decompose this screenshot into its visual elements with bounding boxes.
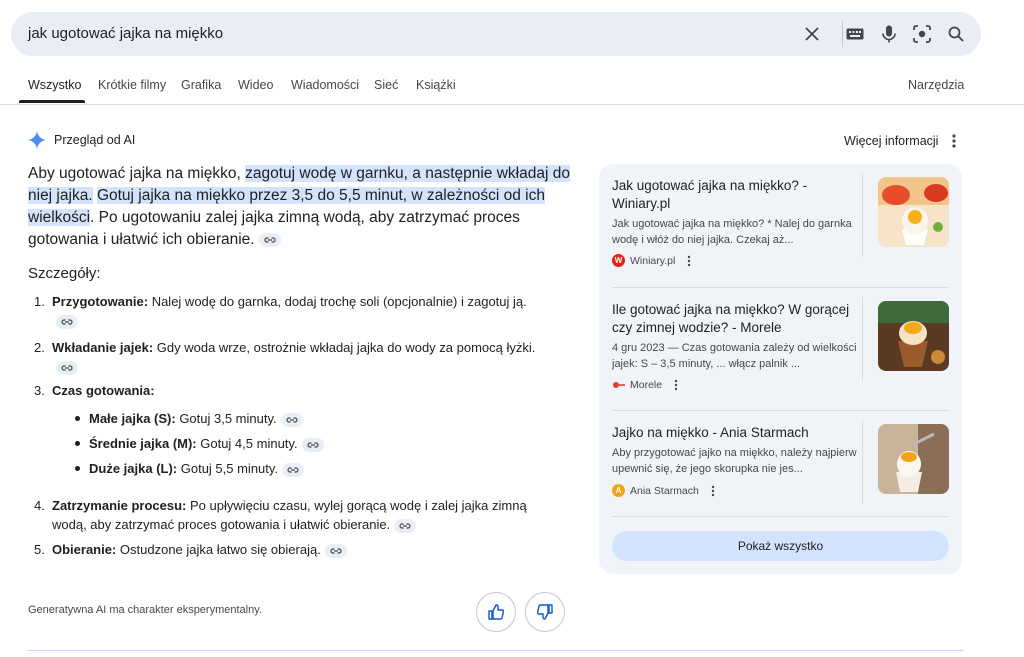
list-number: 2. [34, 340, 45, 355]
card-separator [612, 516, 949, 517]
lens-icon[interactable] [910, 22, 934, 46]
mic-icon[interactable] [877, 22, 901, 46]
ai-sparkle-icon [28, 131, 46, 149]
bullet [75, 441, 80, 446]
more-options-icon[interactable] [948, 132, 960, 150]
card-divider [862, 173, 863, 257]
sub-item-text: Małe jajka (S): Gotuj 3,5 minuty. [89, 409, 303, 428]
thumbs-up-icon [488, 604, 504, 620]
card-separator [612, 410, 949, 411]
list-number: 4. [34, 498, 45, 513]
winiary-favicon-icon: W [612, 254, 625, 267]
source-title[interactable]: Ile gotować jajka na miękko? W gorącej c… [612, 301, 862, 337]
list-number: 1. [34, 294, 45, 309]
list-item-text: Zatrzymanie procesu: Po upływięciu czasu… [52, 496, 552, 534]
card-divider [862, 297, 863, 381]
link-icon[interactable] [324, 543, 347, 558]
source-title[interactable]: Jak ugotować jajka na miękko? - Winiary.… [612, 177, 862, 213]
tab-grafika[interactable]: Grafika [181, 78, 221, 92]
thumbs-down-button[interactable] [525, 592, 565, 632]
tab-wideo[interactable]: Wideo [238, 78, 273, 92]
list-item-bold: Czas gotowania: [52, 383, 155, 398]
tab-wszystko[interactable]: Wszystko [28, 78, 81, 92]
sub-item-body: Gotuj 3,5 minuty. [175, 411, 277, 426]
source-thumbnail[interactable] [878, 301, 949, 371]
thumbs-down-icon [537, 604, 553, 620]
show-all-button[interactable]: Pokaż wszystko [612, 531, 949, 561]
source-site-name: Ania Starmach [630, 484, 699, 497]
sub-item-text: Średnie jajka (M): Gotuj 4,5 minuty. [89, 434, 324, 453]
source-site: W Winiary.pl [612, 254, 692, 267]
source-title[interactable]: Jajko na miękko - Ania Starmach [612, 424, 862, 442]
link-icon[interactable] [301, 437, 324, 452]
sub-item-body: Gotuj 5,5 minuty. [177, 461, 279, 476]
list-item-bold: Zatrzymanie procesu: [52, 498, 187, 513]
close-icon[interactable] [800, 22, 824, 46]
tools-button[interactable]: Narzędzia [908, 78, 964, 92]
sub-item-bold: Średnie jajka (M): [89, 436, 197, 451]
active-tab-indicator [19, 100, 85, 103]
list-item-text: Obieranie: Ostudzone jajka łatwo się obi… [52, 540, 552, 559]
keyboard-icon[interactable] [843, 22, 867, 46]
search-bar[interactable]: jak ugotować jajka na miękko [11, 12, 981, 56]
more-options-icon[interactable] [686, 255, 692, 267]
ai-overview-title: Przegląd od AI [54, 133, 136, 147]
list-item-bold: Przygotowanie: [52, 294, 149, 309]
ai-disclaimer: Generatywna AI ma charakter eksperymenta… [28, 604, 262, 616]
ania-starmach-favicon-icon: A [612, 484, 625, 497]
more-options-icon[interactable] [710, 485, 716, 497]
thumbs-up-button[interactable] [476, 592, 516, 632]
search-icon[interactable] [944, 22, 968, 46]
list-item-text: Czas gotowania: [52, 381, 552, 400]
card-divider [862, 420, 863, 504]
source-snippet: 4 gru 2023 — Czas gotowania zależy od wi… [612, 342, 857, 370]
sources-panel: Jak ugotować jajka na miękko? - Winiary.… [599, 164, 962, 574]
sub-item-bold: Duże jajka (L): [89, 461, 178, 476]
tab-wiadomosci[interactable]: Wiadomości [291, 78, 359, 92]
sub-item-body: Gotuj 4,5 minuty. [196, 436, 298, 451]
summary-text: Aby ugotować jajka na miękko, [28, 165, 246, 182]
search-tabs: Wszystko Krótkie filmy Grafika Wideo Wia… [0, 70, 1024, 105]
list-number: 3. [34, 383, 45, 398]
source-thumbnail[interactable] [878, 424, 949, 494]
bullet [75, 466, 80, 471]
card-separator [612, 287, 949, 288]
source-site-name: Morele [630, 378, 663, 391]
list-item-body: Gdy woda wrze, ostrożnie wkładaj jajka d… [153, 340, 536, 355]
link-icon[interactable] [282, 462, 305, 477]
tab-ksiazki[interactable]: Książki [416, 78, 456, 92]
more-options-icon[interactable] [673, 379, 679, 391]
list-item-body: Nalej wodę do garnka, dodaj trochę soli … [148, 294, 527, 309]
tab-siec[interactable]: Sieć [374, 78, 398, 92]
ai-summary: Aby ugotować jajka na miękko, zagotuj wo… [28, 163, 573, 251]
ai-overview-header: Przegląd od AI [28, 131, 135, 149]
details-title: Szczegóły: [28, 265, 101, 282]
morele-favicon-icon [612, 378, 625, 391]
source-snippet: Jak ugotować jajka na miękko? * Nalej do… [612, 218, 852, 246]
link-icon[interactable] [258, 232, 281, 247]
source-site: A Ania Starmach [612, 484, 716, 497]
bullet [75, 416, 80, 421]
link-icon[interactable] [280, 412, 303, 427]
list-number: 5. [34, 542, 45, 557]
link-icon[interactable] [56, 360, 78, 375]
link-icon[interactable] [394, 518, 417, 533]
list-item-text: Wkładanie jajek: Gdy woda wrze, ostrożni… [52, 338, 552, 376]
source-site-name: Winiary.pl [630, 254, 676, 267]
source-site: Morele [612, 378, 679, 391]
list-item-text: Przygotowanie: Nalej wodę do garnka, dod… [52, 292, 552, 330]
source-thumbnail[interactable] [878, 177, 949, 247]
sub-item-text: Duże jajka (L): Gotuj 5,5 minuty. [89, 459, 305, 478]
source-snippet: Aby przygotować jajko na miękko, należy … [612, 447, 857, 475]
tab-krotkie-filmy[interactable]: Krótkie filmy [98, 78, 166, 92]
list-item-bold: Obieranie: [52, 542, 117, 557]
bottom-divider [28, 650, 963, 651]
more-info-link[interactable]: Więcej informacji [844, 134, 938, 148]
list-item-bold: Wkładanie jajek: [52, 340, 154, 355]
link-icon[interactable] [56, 314, 78, 329]
search-input[interactable]: jak ugotować jajka na miękko [28, 25, 223, 42]
sub-item-bold: Małe jajka (S): [89, 411, 176, 426]
list-item-body: Ostudzone jajka łatwo się obierają. [116, 542, 321, 557]
